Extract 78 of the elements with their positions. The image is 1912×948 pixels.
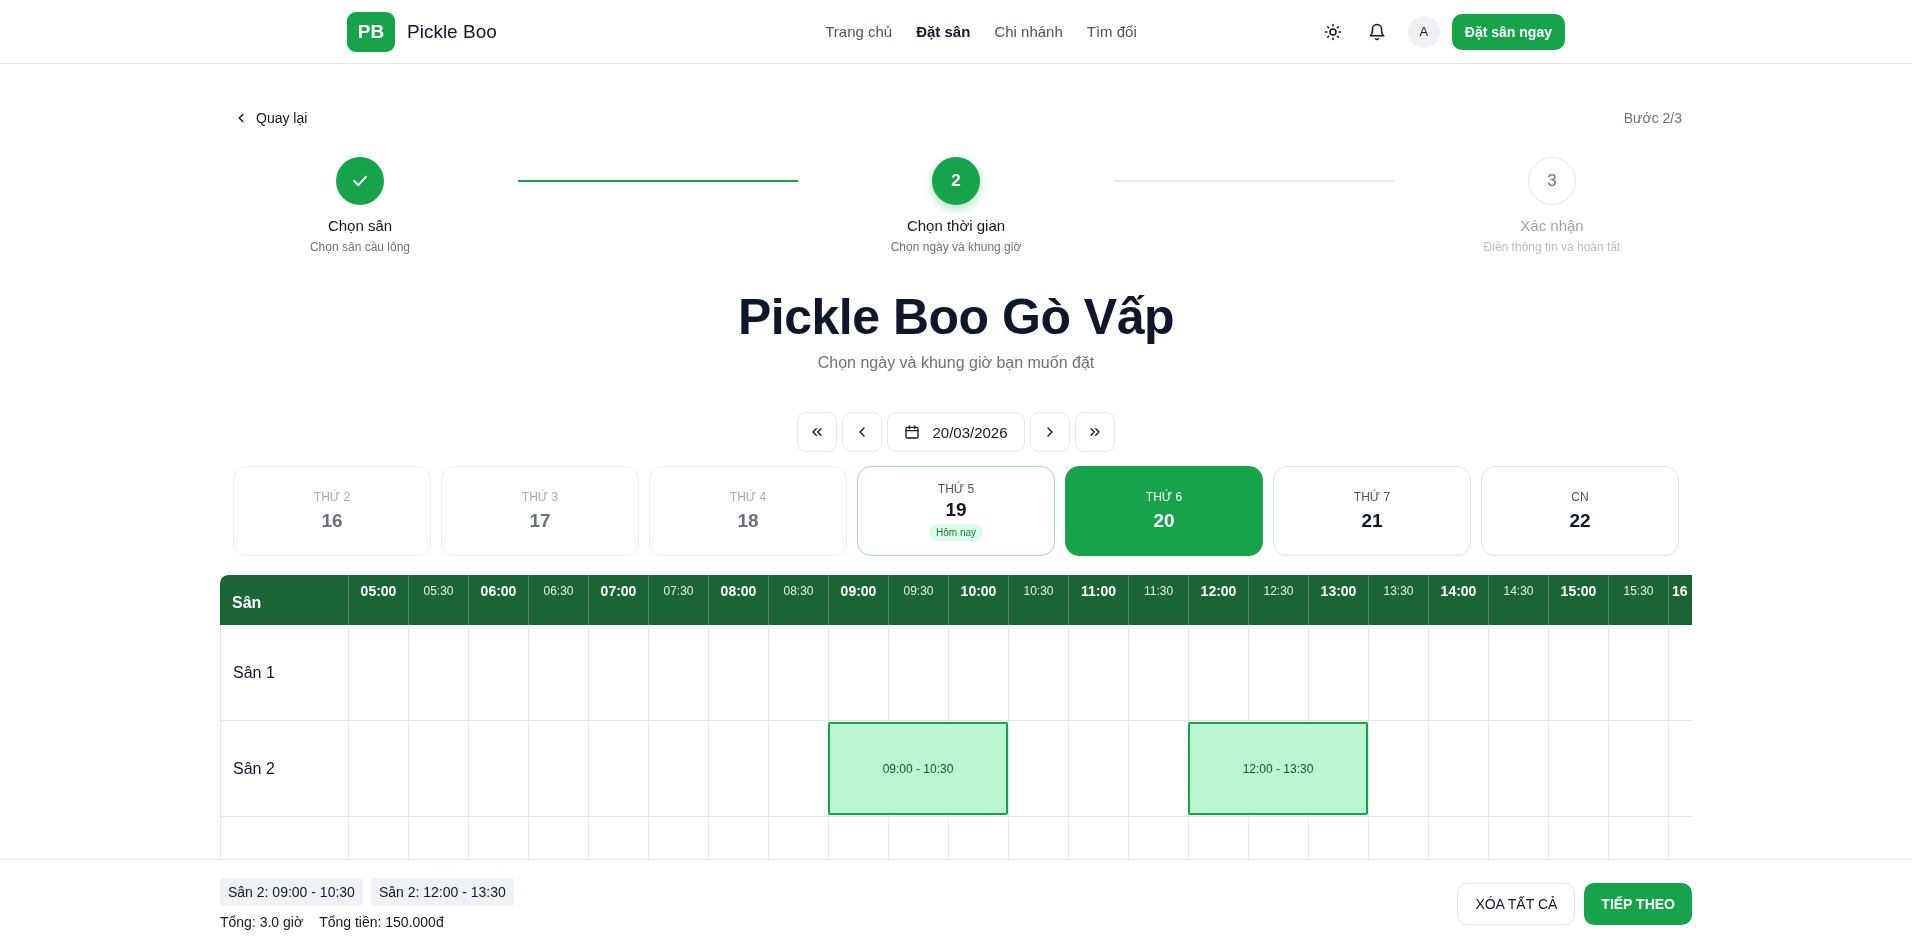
avatar[interactable]: A: [1407, 15, 1440, 48]
step-counter: Bước 2/3: [1623, 110, 1682, 126]
nav-link[interactable]: Chi nhánh: [994, 23, 1063, 40]
time-header: 11:00: [1068, 575, 1128, 625]
step-number: 3: [1547, 171, 1557, 191]
time-header: 07:30: [648, 575, 708, 625]
weekday-label: CN: [1571, 490, 1589, 504]
time-header: 16: [1668, 575, 1692, 625]
venue-title: Pickle Boo Gò Vấp: [736, 288, 1176, 346]
time-header: 14:00: [1428, 575, 1488, 625]
back-link[interactable]: Quay lại: [234, 110, 308, 126]
day-number: 20: [1153, 510, 1175, 532]
booked-slot[interactable]: 09:00 - 10:30: [828, 722, 1008, 815]
step-number: 2: [951, 171, 961, 191]
date-picker-button[interactable]: 20/03/2026: [887, 412, 1025, 452]
time-header: 10:00: [948, 575, 1008, 625]
venue-subtitle: Chọn ngày và khung giờ bạn muốn đặt: [816, 354, 1096, 372]
nav-link[interactable]: Tìm đối: [1086, 23, 1137, 40]
weekday-label: THỨ 2: [313, 490, 351, 504]
time-header: 07:00: [588, 575, 648, 625]
day-number: 18: [737, 510, 759, 532]
time-header: 06:30: [528, 575, 588, 625]
time-header: 13:30: [1368, 575, 1428, 625]
time-header: 05:00: [348, 575, 408, 625]
calendar-icon: [904, 424, 921, 440]
day-card[interactable]: CN 22: [1481, 466, 1679, 556]
time-header: 08:00: [708, 575, 768, 625]
last-week-button[interactable]: [1074, 412, 1115, 452]
court-name: Sân 2: [220, 721, 348, 816]
nav-link[interactable]: Trang chủ: [825, 23, 893, 40]
time-header: 12:30: [1248, 575, 1308, 625]
court-name: Sân 1: [220, 625, 348, 720]
time-header: 10:30: [1008, 575, 1068, 625]
time-header: 15:30: [1608, 575, 1668, 625]
day-number: 17: [529, 510, 551, 532]
first-week-button[interactable]: [797, 412, 838, 452]
total-price: Tổng tiền: 150.000đ: [319, 914, 444, 930]
time-header: 14:30: [1488, 575, 1548, 625]
total-hours: Tổng: 3.0 giờ: [220, 914, 304, 930]
day-card[interactable]: THỨ 3 17: [441, 466, 639, 556]
time-header: 11:30: [1128, 575, 1188, 625]
day-card[interactable]: THỨ 7 21: [1273, 466, 1471, 556]
day-number: 21: [1361, 510, 1383, 532]
selection-chip: Sân 2: 12:00 - 13:30: [370, 878, 514, 906]
day-card[interactable]: THỨ 4 18: [649, 466, 847, 556]
day-number: 16: [321, 510, 343, 532]
day-card[interactable]: THỨ 2 16: [233, 466, 431, 556]
time-header: 15:00: [1548, 575, 1608, 625]
sun-icon[interactable]: [1323, 22, 1342, 41]
time-header: 08:30: [768, 575, 828, 625]
day-number: 22: [1569, 510, 1591, 532]
step-subtitle: Chọn ngày và khung giờ: [890, 240, 1022, 254]
day-card[interactable]: THỨ 5 19 Hôm nay: [857, 466, 1055, 556]
day-number: 19: [945, 498, 967, 521]
step-subtitle: Điền thông tin và hoàn tất: [1483, 240, 1621, 254]
selection-chip: Sân 2: 09:00 - 10:30: [220, 878, 363, 906]
weekday-label: THỨ 7: [1353, 490, 1391, 504]
weekday-label: THỨ 6: [1145, 490, 1183, 504]
time-header: 05:30: [408, 575, 468, 625]
bell-icon[interactable]: [1367, 22, 1386, 41]
weekday-label: THỨ 5: [937, 481, 975, 496]
nav-link[interactable]: Đặt sân: [916, 23, 971, 40]
time-header: 13:00: [1308, 575, 1368, 625]
time-header: 09:30: [888, 575, 948, 625]
booked-slot[interactable]: 12:00 - 13:30: [1188, 722, 1368, 815]
step-subtitle: Chọn sân cầu lông: [309, 240, 411, 254]
step-title: Xác nhận: [1520, 217, 1584, 234]
weekday-label: THỨ 3: [521, 490, 559, 504]
time-header: 12:00: [1188, 575, 1248, 625]
time-header: 06:00: [468, 575, 528, 625]
step-title: Chọn thời gian: [906, 217, 1006, 234]
today-badge: Hôm nay: [929, 523, 983, 541]
step-title: Chọn sân: [327, 217, 393, 234]
column-header: Sân: [231, 592, 263, 613]
time-header: 09:00: [828, 575, 888, 625]
clear-all-button[interactable]: XÓA TẤT CẢ: [1457, 883, 1576, 925]
weekday-label: THỨ 4: [729, 490, 767, 504]
brand-name[interactable]: Pickle Boo: [407, 20, 497, 43]
